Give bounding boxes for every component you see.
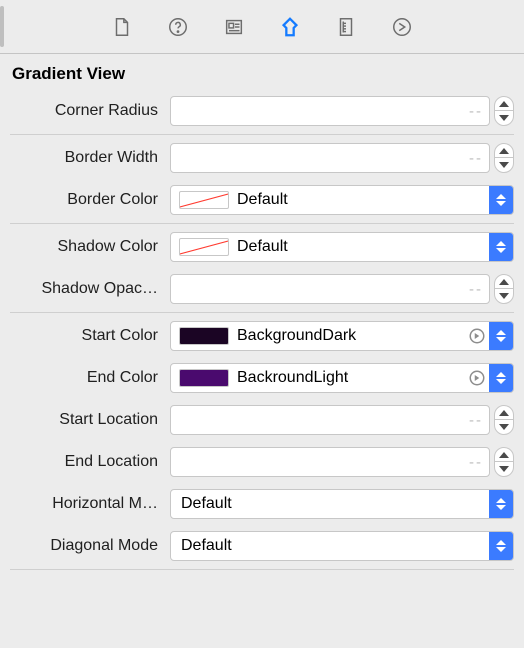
- row-diagonal-mode: Diagonal Mode Default: [10, 525, 514, 567]
- step-up-icon[interactable]: [495, 97, 513, 111]
- row-border-color: Border Color Default: [10, 179, 514, 221]
- start-color-popup[interactable]: BackgroundDark: [170, 321, 514, 351]
- section-title: Gradient View: [4, 54, 520, 90]
- inspector-tabbar: [0, 0, 524, 54]
- popup-chevron-icon[interactable]: [489, 322, 513, 350]
- size-inspector-icon[interactable]: [335, 16, 357, 38]
- step-up-icon[interactable]: [495, 406, 513, 420]
- end-location-field[interactable]: --: [170, 447, 490, 477]
- row-start-location: Start Location --: [10, 399, 514, 441]
- label-end-location: End Location: [10, 453, 160, 471]
- border-color-swatch[interactable]: [179, 191, 229, 209]
- gradient-view-inspector: Gradient View Corner Radius -- Border Wi…: [0, 54, 524, 580]
- placeholder-dash: --: [469, 103, 489, 120]
- step-down-icon[interactable]: [495, 462, 513, 476]
- shadow-opacity-field[interactable]: --: [170, 274, 490, 304]
- corner-radius-field[interactable]: --: [170, 96, 490, 126]
- label-start-location: Start Location: [10, 411, 160, 429]
- step-down-icon[interactable]: [495, 420, 513, 434]
- border-width-stepper[interactable]: [494, 143, 514, 173]
- label-diagonal-mode: Diagonal Mode: [10, 537, 160, 555]
- help-inspector-icon[interactable]: [167, 16, 189, 38]
- popup-chevron-icon[interactable]: [489, 364, 513, 392]
- label-horizontal-mode: Horizontal M…: [10, 495, 160, 513]
- shadow-color-popup[interactable]: Default: [170, 232, 514, 262]
- start-location-stepper[interactable]: [494, 405, 514, 435]
- shadow-color-swatch[interactable]: [179, 238, 229, 256]
- corner-radius-stepper[interactable]: [494, 96, 514, 126]
- step-down-icon[interactable]: [495, 289, 513, 303]
- connections-inspector-icon[interactable]: [391, 16, 413, 38]
- row-corner-radius: Corner Radius --: [10, 90, 514, 132]
- shadow-opacity-stepper[interactable]: [494, 274, 514, 304]
- popup-chevron-icon[interactable]: [489, 490, 513, 518]
- end-color-popup[interactable]: BackroundLight: [170, 363, 514, 393]
- end-location-stepper[interactable]: [494, 447, 514, 477]
- border-color-popup[interactable]: Default: [170, 185, 514, 215]
- identity-inspector-icon[interactable]: [223, 16, 245, 38]
- go-to-asset-icon[interactable]: [465, 369, 489, 387]
- row-end-color: End Color BackroundLight: [10, 357, 514, 399]
- label-corner-radius: Corner Radius: [10, 102, 160, 120]
- row-horizontal-mode: Horizontal M… Default: [10, 483, 514, 525]
- attributes-inspector-icon[interactable]: [279, 16, 301, 38]
- go-to-asset-icon[interactable]: [465, 327, 489, 345]
- label-border-color: Border Color: [10, 191, 160, 209]
- end-color-swatch[interactable]: [179, 369, 229, 387]
- popup-chevron-icon[interactable]: [489, 532, 513, 560]
- row-border-width: Border Width --: [10, 137, 514, 179]
- step-up-icon[interactable]: [495, 144, 513, 158]
- label-shadow-color: Shadow Color: [10, 238, 160, 256]
- step-up-icon[interactable]: [495, 275, 513, 289]
- step-down-icon[interactable]: [495, 111, 513, 125]
- diagonal-mode-popup[interactable]: Default: [170, 531, 514, 561]
- row-shadow-opacity: Shadow Opac… --: [10, 268, 514, 310]
- popup-chevron-icon[interactable]: [489, 233, 513, 261]
- popup-chevron-icon[interactable]: [489, 186, 513, 214]
- row-shadow-color: Shadow Color Default: [10, 226, 514, 268]
- label-end-color: End Color: [10, 369, 160, 387]
- row-end-location: End Location --: [10, 441, 514, 483]
- step-up-icon[interactable]: [495, 448, 513, 462]
- label-shadow-opacity: Shadow Opac…: [10, 280, 160, 298]
- start-color-swatch[interactable]: [179, 327, 229, 345]
- horizontal-mode-popup[interactable]: Default: [170, 489, 514, 519]
- file-inspector-icon[interactable]: [111, 16, 133, 38]
- label-start-color: Start Color: [10, 327, 160, 345]
- start-location-field[interactable]: --: [170, 405, 490, 435]
- label-border-width: Border Width: [10, 149, 160, 167]
- row-start-color: Start Color BackgroundDark: [10, 315, 514, 357]
- border-width-field[interactable]: --: [170, 143, 490, 173]
- step-down-icon[interactable]: [495, 158, 513, 172]
